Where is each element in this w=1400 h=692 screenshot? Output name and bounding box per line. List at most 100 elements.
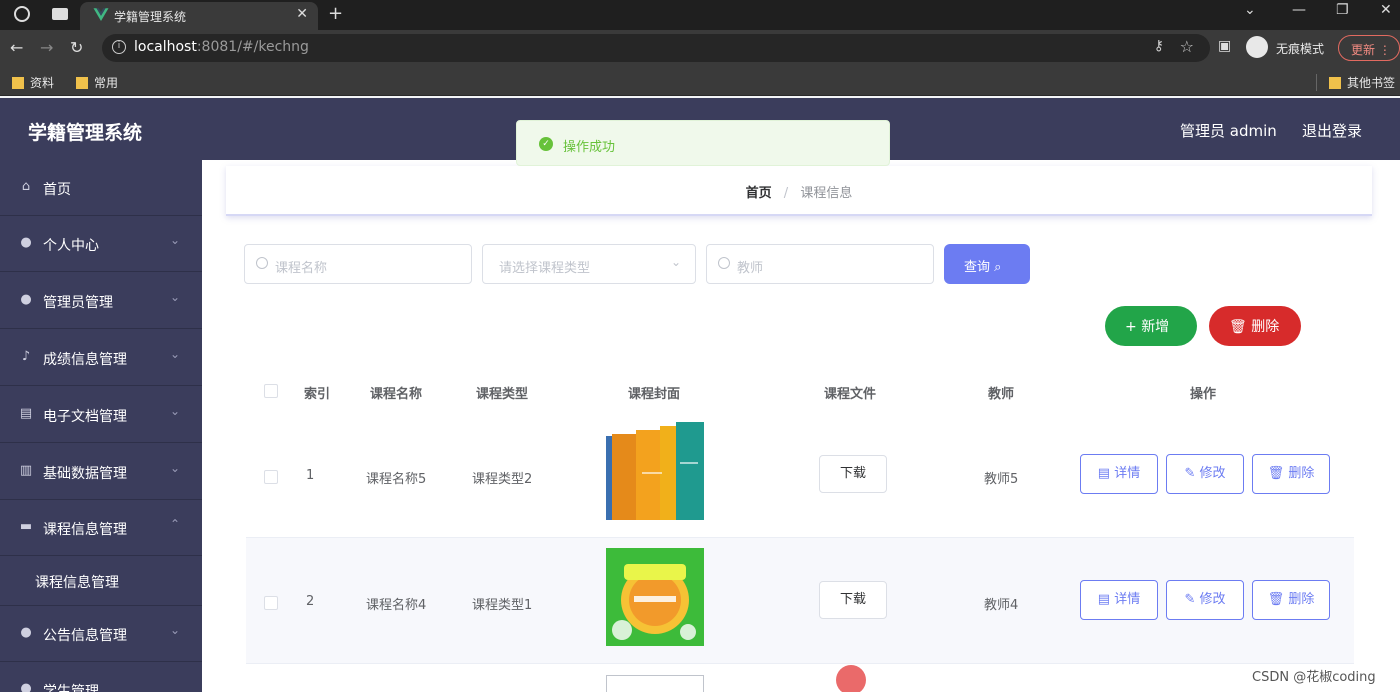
- chevron-down-icon: ⌄: [670, 255, 681, 269]
- row-course-name: 课程名称5: [366, 472, 427, 487]
- mic-icon: ♪: [21, 349, 31, 364]
- key-icon[interactable]: ⚷: [1154, 38, 1164, 54]
- check-circle-icon: ✓: [539, 137, 553, 151]
- chevron-down-icon: ⌄: [170, 290, 181, 304]
- vue-logo-icon: [93, 8, 109, 21]
- row-teacher: 教师4: [984, 598, 1019, 613]
- row-checkbox[interactable]: [264, 470, 278, 484]
- sidebar-item-admin[interactable]: ● 管理员管理 ⌄: [0, 273, 202, 329]
- forward-icon[interactable]: →: [40, 38, 53, 57]
- app-title: 学籍管理系统: [28, 122, 143, 144]
- course-type-select[interactable]: 请选择课程类型 ⌄: [482, 244, 696, 284]
- minimize-icon[interactable]: —: [1292, 2, 1306, 18]
- table-row: 1 课程名称5 课程类型2 下载 教师5 ▤ 详情 ✎ 修改 🗑 删除: [246, 412, 1354, 538]
- folder-icon: [1329, 77, 1341, 89]
- incognito-icon[interactable]: [1246, 36, 1268, 58]
- browser-tab-bar: 学籍管理系统 ✕ + ⌄ — ❐ ✕: [0, 0, 1400, 30]
- edit-icon: ✎: [1184, 466, 1196, 481]
- tab-title: 学籍管理系统: [114, 10, 187, 24]
- row-index: 1: [306, 468, 315, 483]
- select-all-checkbox[interactable]: [264, 384, 278, 398]
- course-cover-image: [606, 422, 704, 520]
- chevron-down-icon: ⌄: [170, 233, 181, 247]
- folder-icon: [76, 77, 88, 89]
- sidebar-subitem-courses[interactable]: 课程信息管理: [0, 556, 202, 606]
- row-course-name: 课程名称4: [366, 598, 427, 613]
- row-teacher: 教师5: [984, 472, 1019, 487]
- chevron-down-icon: ⌄: [170, 461, 181, 475]
- row-delete-button[interactable]: 🗑 删除: [1252, 580, 1330, 620]
- edit-button[interactable]: ✎ 修改: [1166, 580, 1244, 620]
- search-icon: [256, 257, 268, 269]
- user-icon: ●: [20, 681, 32, 692]
- close-tab-icon[interactable]: ✕: [296, 6, 308, 22]
- download-button[interactable]: 下载: [819, 581, 887, 619]
- other-bookmarks[interactable]: 其他书签: [1316, 74, 1395, 91]
- tab-list-icon[interactable]: ⌄: [1244, 2, 1256, 18]
- sidebar-item-grades[interactable]: ♪ 成绩信息管理 ⌄: [0, 330, 202, 386]
- breadcrumb-current: 课程信息: [800, 186, 853, 201]
- chevron-down-icon: ⌄: [170, 347, 181, 361]
- header-course-cover: 课程封面: [628, 387, 681, 402]
- browser-nav-bar: ← → ↻ i localhost:8081/#/kechng ⚷ ☆ ▣ 无痕…: [0, 30, 1400, 66]
- folder-icon: [12, 77, 24, 89]
- delete-button[interactable]: 🗑 删除: [1209, 306, 1301, 346]
- course-name-input[interactable]: 课程名称: [244, 244, 472, 284]
- bookmarks-bar: 资料 常用 其他书签: [0, 66, 1400, 96]
- query-button[interactable]: 查询 ⌕: [944, 244, 1030, 284]
- globe-icon[interactable]: [14, 6, 30, 22]
- chevron-down-icon: ⌄: [170, 623, 181, 637]
- user-icon: ●: [20, 625, 32, 640]
- browser-tab[interactable]: 学籍管理系统 ✕: [80, 2, 318, 30]
- main-content: 首页 / 课程信息 课程名称 请选择课程类型 ⌄ 教师 查询 ⌕ + 新增 🗑 …: [202, 160, 1400, 692]
- bar-chart-icon: ▥: [19, 463, 33, 478]
- sidebar: ⌂ 首页 ● 个人中心 ⌄ ● 管理员管理 ⌄ ♪ 成绩信息管理 ⌄ ▤ 电子文…: [0, 160, 202, 692]
- document-icon: ▤: [1097, 466, 1111, 481]
- header-teacher: 教师: [988, 387, 1015, 402]
- search-icon: ⌕: [994, 260, 1002, 275]
- sidebar-item-notices[interactable]: ● 公告信息管理 ⌄: [0, 606, 202, 662]
- header-operations: 操作: [1190, 387, 1217, 402]
- sidebar-item-profile[interactable]: ● 个人中心 ⌄: [0, 216, 202, 272]
- home-icon: ⌂: [21, 179, 31, 194]
- reload-icon[interactable]: ↻: [70, 38, 83, 57]
- bookmark-star-icon[interactable]: ☆: [1180, 37, 1194, 56]
- side-panel-icon[interactable]: ▣: [1218, 38, 1231, 54]
- back-icon[interactable]: ←: [10, 38, 23, 57]
- sidebar-item-courses[interactable]: ▬ 课程信息管理 ⌃: [0, 500, 202, 556]
- plus-icon: +: [1125, 319, 1137, 335]
- sidebar-item-home[interactable]: ⌂ 首页: [0, 160, 202, 216]
- cursor-highlight: [836, 665, 866, 692]
- teacher-input[interactable]: 教师: [706, 244, 934, 284]
- chevron-up-icon: ⌃: [170, 517, 181, 531]
- new-tab-icon[interactable]: +: [328, 3, 343, 24]
- bookmark-folder-ziliao[interactable]: 资料: [12, 74, 54, 91]
- tab-search-icon[interactable]: [52, 8, 68, 20]
- bookmark-folder-changyong[interactable]: 常用: [76, 74, 118, 91]
- breadcrumb-home[interactable]: 首页: [746, 186, 772, 201]
- table-header: 索引 课程名称 课程类型 课程封面 课程文件 教师 操作: [246, 370, 1354, 412]
- row-course-type: 课程类型2: [472, 472, 533, 487]
- close-window-icon[interactable]: ✕: [1380, 2, 1392, 18]
- row-checkbox[interactable]: [264, 596, 278, 610]
- edit-button[interactable]: ✎ 修改: [1166, 454, 1244, 494]
- sidebar-item-base-data[interactable]: ▥ 基础数据管理 ⌄: [0, 444, 202, 500]
- restore-icon[interactable]: ❐: [1336, 2, 1349, 18]
- success-toast: ✓ 操作成功: [516, 120, 890, 166]
- site-info-icon[interactable]: i: [112, 40, 126, 54]
- add-button[interactable]: + 新增: [1105, 306, 1197, 346]
- sidebar-item-students[interactable]: ● 学生管理: [0, 662, 202, 692]
- header-course-name: 课程名称: [370, 387, 423, 402]
- chevron-down-icon: ⌄: [170, 404, 181, 418]
- update-button[interactable]: 更新 ⋮: [1338, 35, 1400, 61]
- detail-button[interactable]: ▤ 详情: [1080, 454, 1158, 494]
- sidebar-item-documents[interactable]: ▤ 电子文档管理 ⌄: [0, 387, 202, 443]
- row-delete-button[interactable]: 🗑 删除: [1252, 454, 1330, 494]
- address-bar[interactable]: i localhost:8081/#/kechng ⚷ ☆: [102, 34, 1210, 62]
- logout-link[interactable]: 退出登录: [1302, 120, 1362, 141]
- breadcrumb-separator: /: [783, 186, 789, 201]
- url-text: localhost:8081/#/kechng: [134, 39, 309, 55]
- detail-button[interactable]: ▤ 详情: [1080, 580, 1158, 620]
- download-button[interactable]: 下载: [819, 455, 887, 493]
- broken-image-icon: [606, 675, 704, 692]
